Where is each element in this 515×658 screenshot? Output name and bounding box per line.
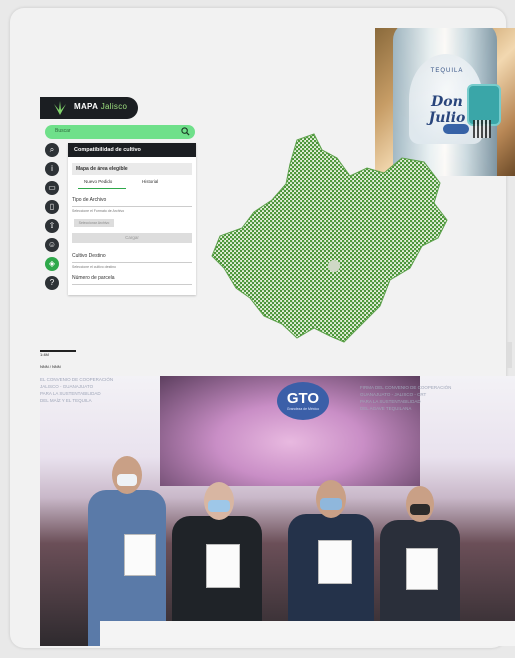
face-mask	[410, 504, 430, 515]
signing-table	[100, 621, 515, 646]
help-icon[interactable]: ?	[45, 276, 59, 290]
face-mask	[117, 474, 137, 486]
city-marker	[328, 260, 340, 272]
document-icon[interactable]: ▯	[45, 200, 59, 214]
gto-logo-text: GTO	[286, 390, 320, 407]
search-bar[interactable]: Buscar	[45, 125, 195, 139]
tab-new-order[interactable]: Nuevo Pedido	[84, 179, 112, 184]
crop-hint: Seleccione el cultivo destino	[72, 265, 116, 269]
signing-event-photo: EL CONVENIO DE COOPERACIÓN JALISCO - GUA…	[40, 376, 515, 646]
gto-logo-subtitle: Grandeza de México	[286, 407, 320, 411]
gto-logo: GTO Grandeza de México	[277, 382, 329, 420]
parcel-number-field[interactable]: Número de parcela	[72, 275, 192, 285]
signed-document	[206, 544, 240, 588]
map-coordinates: NNN / NNN	[40, 364, 61, 369]
app-title-main: MAPA	[74, 102, 99, 111]
select-file-button[interactable]: Seleccionar Archivo	[74, 219, 114, 227]
tab-history[interactable]: Historial	[142, 179, 158, 184]
agave-logo-icon	[54, 101, 66, 115]
left-banner-line: DEL MAÍZ Y EL TEQUILA	[40, 398, 92, 403]
tab-bar: Nuevo Pedido Historial	[72, 179, 192, 189]
face-icon[interactable]: ☺	[45, 238, 59, 252]
layers-icon[interactable]: ◈	[45, 257, 59, 271]
crop-select[interactable]: Cultivo Destino	[72, 253, 192, 263]
right-banner-line: FIRMA DEL CONVENIO DE COOPERACIÓN	[360, 385, 452, 390]
qr-code-icon	[473, 120, 491, 138]
search-placeholder: Buscar	[55, 128, 71, 134]
signed-document	[124, 534, 156, 576]
upload-icon[interactable]: ⇧	[45, 219, 59, 233]
search-icon[interactable]	[181, 127, 190, 136]
section-header[interactable]: Mapa de área elegible	[72, 163, 192, 175]
zoom-control[interactable]	[507, 342, 512, 368]
left-banner-line: EL CONVENIO DE COOPERACIÓN	[40, 377, 114, 382]
app-title-sub: Jalisco	[100, 102, 128, 111]
face-mask	[320, 498, 342, 510]
face-mask	[208, 500, 230, 512]
panel-title: Compatibilidad de cultivo	[68, 143, 196, 157]
search-tool-icon[interactable]: ⌕	[45, 143, 59, 157]
jalisco-region	[211, 133, 448, 343]
left-banner-line: JALISCO - GUANAJUATO	[40, 384, 94, 389]
app-header: MAPA Jalisco	[40, 97, 138, 119]
signed-document	[318, 540, 352, 584]
load-button[interactable]: Cargar	[72, 233, 192, 243]
signed-document	[406, 548, 438, 590]
right-banner-line: GUANAJUATO - JALISCO - CRT	[360, 392, 427, 397]
file-type-hint: Seleccione el Formato de Archivo	[72, 209, 125, 213]
app-title: MAPA Jalisco	[74, 102, 127, 111]
jalisco-map	[211, 133, 448, 343]
image-icon[interactable]: ▭	[45, 181, 59, 195]
map-scale-text: 1:4M	[40, 352, 49, 357]
brand-small-text: TEQUILA	[430, 68, 464, 74]
side-toolbar: ⌕ i ▭ ▯ ⇧ ☺ ◈ ?	[45, 143, 59, 295]
right-banner-line: DEL AGAVE TEQUILANA	[360, 406, 412, 411]
file-type-select[interactable]: Tipo de Archivo	[72, 197, 192, 207]
right-banner: FIRMA DEL CONVENIO DE COOPERACIÓN GUANAJ…	[360, 384, 510, 412]
map-scale: 1:4M	[40, 348, 84, 357]
active-tab-underline	[78, 188, 126, 189]
crop-compatibility-panel: Compatibilidad de cultivo Mapa de área e…	[68, 143, 196, 295]
map-app-screenshot: MAPA Jalisco Buscar ⌕ i ▭ ▯ ⇧ ☺ ◈ ? Comp…	[40, 97, 200, 302]
right-banner-line: PARA LA SUSTENTABILIDAD	[360, 399, 421, 404]
left-banner-line: PARA LA SUSTENTABILIDAD	[40, 391, 101, 396]
left-banner: EL CONVENIO DE COOPERACIÓN JALISCO - GUA…	[40, 376, 160, 436]
info-icon[interactable]: i	[45, 162, 59, 176]
